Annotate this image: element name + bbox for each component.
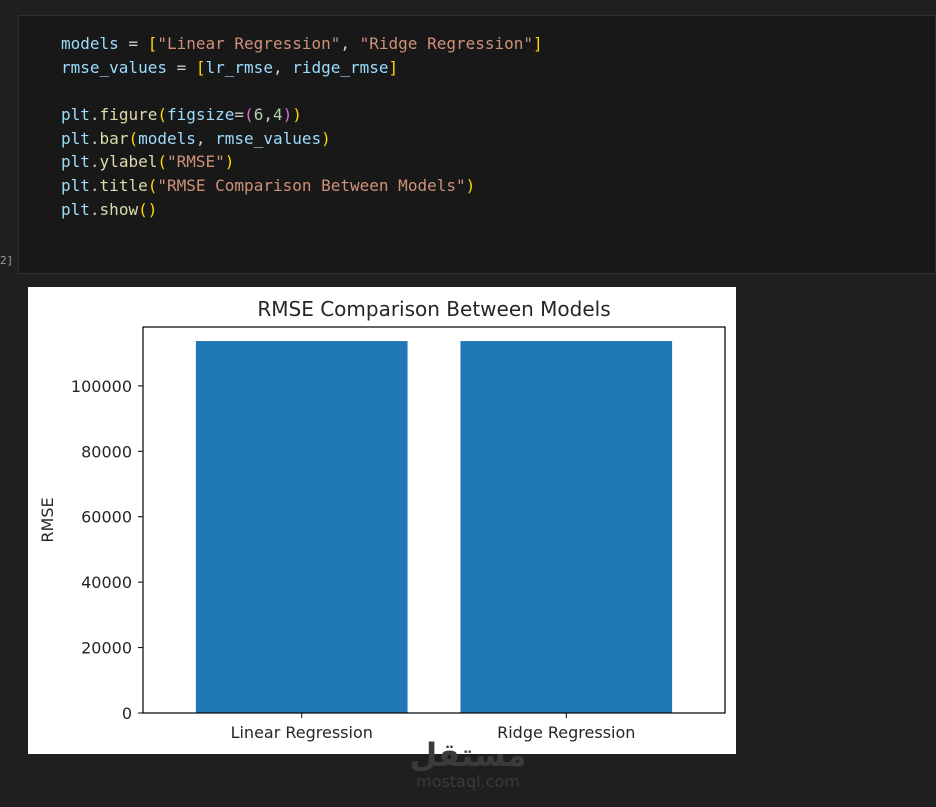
code-token: show xyxy=(99,199,139,219)
code-token: , xyxy=(195,128,216,148)
code-token: ( xyxy=(157,152,167,172)
code-token: bar xyxy=(99,128,129,148)
code-line: plt.title("RMSE Comparison Between Model… xyxy=(61,174,543,198)
code-token: [ xyxy=(195,57,206,77)
code-token: models xyxy=(138,128,196,148)
code-token: "Linear Regression" xyxy=(157,34,341,53)
code-token: plt xyxy=(61,199,90,219)
code-token: lr_rmse xyxy=(205,57,273,77)
code-token: ) xyxy=(282,105,293,125)
code-token: figure xyxy=(99,105,158,125)
code-line: models = ["Linear Regression", "Ridge Re… xyxy=(61,32,543,56)
x-tick-label: Ridge Regression xyxy=(497,723,635,742)
code-token: title xyxy=(99,176,148,196)
code-line: rmse_values = [lr_rmse, ridge_rmse] xyxy=(61,56,543,80)
code-line: plt.bar(models, rmse_values) xyxy=(61,127,543,151)
chart-title: RMSE Comparison Between Models xyxy=(257,297,610,321)
code-token: ylabel xyxy=(99,152,158,172)
code-token: "RMSE" xyxy=(166,152,225,172)
code-token: figsize xyxy=(166,105,235,125)
code-line: plt.ylabel("RMSE") xyxy=(61,150,543,174)
code-token: ] xyxy=(533,34,543,53)
bar-ridge-regression xyxy=(460,341,673,713)
code-line: plt.figure(figsize=(6,4)) xyxy=(61,103,543,127)
code-token: [ xyxy=(147,34,158,53)
code-token: ) xyxy=(321,128,331,148)
code-token: ridge_rmse xyxy=(292,57,389,77)
code-token: , xyxy=(272,57,293,77)
code-line: plt.show() xyxy=(61,198,543,222)
code-token: rmse_values xyxy=(215,128,322,148)
y-tick-label: 60000 xyxy=(81,508,132,527)
bar-linear-regression xyxy=(195,341,408,713)
code-token: . xyxy=(89,176,100,196)
y-tick-label: 100000 xyxy=(71,377,132,396)
code-token: "RMSE Comparison Between Models" xyxy=(157,176,466,196)
y-tick-label: 40000 xyxy=(81,573,132,592)
code-token: ( xyxy=(138,199,148,219)
code-token: ) xyxy=(292,105,302,125)
y-tick-label: 80000 xyxy=(81,442,132,461)
code-token: , xyxy=(263,105,273,125)
code-token: . xyxy=(89,128,100,148)
code-editor[interactable]: models = ["Linear Regression", "Ridge Re… xyxy=(61,32,543,222)
code-token: ( xyxy=(244,105,254,125)
code-cell[interactable]: models = ["Linear Regression", "Ridge Re… xyxy=(18,15,936,274)
code-token: ( xyxy=(157,105,167,125)
code-token: plt xyxy=(61,152,90,172)
execution-count-label: 2] xyxy=(0,254,14,267)
code-token: ( xyxy=(128,128,139,148)
bar-chart: RMSE Comparison Between Models 0 20000 400… xyxy=(38,297,726,742)
cell-output: RMSE Comparison Between Models 0 20000 400… xyxy=(28,287,736,754)
code-token: . xyxy=(89,199,100,219)
code-token: plt xyxy=(61,176,90,196)
code-token: plt xyxy=(61,105,90,125)
code-token: ( xyxy=(147,176,158,196)
y-tick-label: 20000 xyxy=(81,639,132,658)
code-token: ) xyxy=(147,199,158,219)
code-token: . xyxy=(89,152,100,172)
code-token: 4 xyxy=(272,105,283,125)
code-token: = xyxy=(118,34,148,53)
code-token: = xyxy=(234,105,245,125)
code-token: ) xyxy=(465,176,476,196)
code-token: models xyxy=(61,34,119,53)
code-token: , xyxy=(340,34,360,53)
code-token: ] xyxy=(388,57,399,77)
code-token: 6 xyxy=(253,105,264,125)
y-axis-label: RMSE xyxy=(38,497,57,542)
x-tick-label: Linear Regression xyxy=(231,723,373,742)
code-token: rmse_values xyxy=(61,57,167,77)
code-token: ) xyxy=(224,152,235,172)
code-token: "Ridge Regression" xyxy=(359,34,534,53)
code-token: . xyxy=(89,105,100,125)
code-token: = xyxy=(166,57,196,77)
y-tick-label: 0 xyxy=(122,704,132,723)
watermark-latin: mostaql.com xyxy=(416,772,520,791)
code-token: plt xyxy=(61,128,90,148)
